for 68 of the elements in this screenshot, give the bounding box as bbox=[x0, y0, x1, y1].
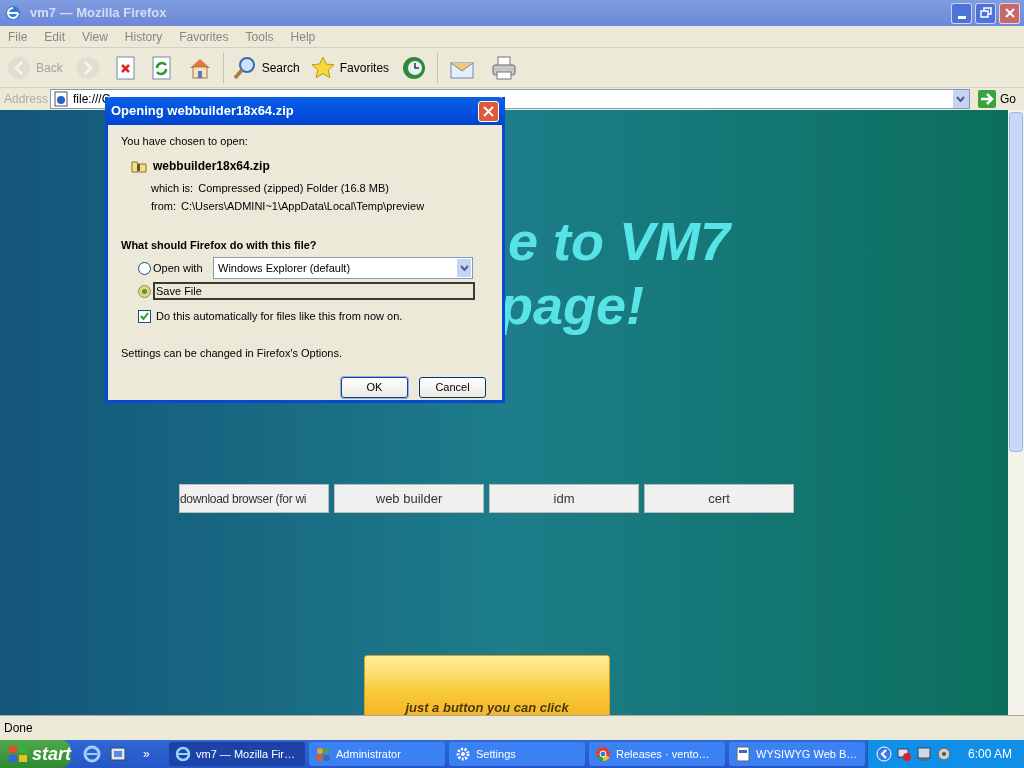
zip-folder-icon bbox=[131, 158, 147, 173]
browser-icon bbox=[175, 746, 191, 762]
note-text: Settings can be changed in Firefox's Options. bbox=[121, 345, 343, 361]
option-label[interactable]: Save File bbox=[153, 282, 475, 300]
document-icon bbox=[735, 746, 751, 762]
taskbar-button[interactable]: WYSIWYG Web B… bbox=[729, 742, 865, 766]
close-icon bbox=[483, 105, 494, 117]
restore-button[interactable] bbox=[975, 2, 996, 24]
star-icon bbox=[309, 54, 336, 81]
clock-text: 6:00 AM bbox=[968, 746, 1013, 763]
users-icon bbox=[315, 746, 331, 762]
network-icon[interactable] bbox=[896, 746, 912, 762]
dialog-button[interactable]: Cancel bbox=[419, 377, 486, 398]
window-title: vm7 — Mozilla Firefox bbox=[30, 4, 168, 23]
go-button[interactable]: Go bbox=[974, 90, 1020, 108]
disc-icon[interactable] bbox=[936, 746, 952, 762]
chevron-left-icon[interactable] bbox=[876, 746, 892, 762]
checkbox-label[interactable]: Do this automatically for files like this from now on. bbox=[156, 308, 403, 325]
refresh-icon[interactable] bbox=[150, 55, 173, 80]
address-label: Address bbox=[4, 91, 46, 108]
windows-flag-icon bbox=[8, 745, 28, 763]
monitor-icon[interactable] bbox=[916, 746, 932, 762]
browser-icon bbox=[4, 4, 22, 22]
browser-icon[interactable] bbox=[83, 745, 101, 763]
search-icon bbox=[231, 54, 258, 81]
minimize-icon bbox=[957, 15, 966, 19]
page-icon bbox=[53, 91, 69, 107]
minimize-button[interactable] bbox=[951, 2, 972, 24]
close-button[interactable] bbox=[999, 2, 1020, 24]
taskbar-button[interactable]: vm7 — Mozilla Fir… bbox=[169, 742, 305, 766]
action-button[interactable]: just a button you can click bbox=[364, 655, 610, 715]
gear-icon bbox=[455, 746, 471, 762]
desktop-icon[interactable] bbox=[109, 745, 127, 763]
radio-button[interactable] bbox=[138, 284, 151, 298]
intro-text: You have chosen to open: bbox=[121, 134, 249, 149]
file-name: webbuilder18x64.zip bbox=[153, 157, 270, 175]
dialog-button[interactable]: OK bbox=[341, 377, 408, 398]
taskbar-button[interactable]: Administrator bbox=[309, 742, 445, 766]
taskbar-button[interactable]: Settings bbox=[449, 742, 585, 766]
favorites-button[interactable]: Favorites bbox=[307, 51, 392, 84]
field-label: which is: bbox=[151, 180, 194, 196]
clock-icon[interactable] bbox=[401, 54, 428, 81]
link-button[interactable]: download browser (for wi bbox=[179, 484, 329, 513]
heading-text: e to VM7 bbox=[508, 214, 731, 268]
question-text: What should Firefox do with this file? bbox=[121, 237, 318, 253]
dropdown-icon[interactable] bbox=[956, 96, 966, 102]
radio-button[interactable] bbox=[138, 261, 151, 275]
scrollbar[interactable] bbox=[1008, 110, 1024, 715]
round-logo-icon bbox=[595, 746, 611, 762]
link-button[interactable]: web builder bbox=[334, 484, 484, 513]
restore-icon bbox=[979, 7, 992, 19]
printer-icon[interactable] bbox=[490, 54, 519, 81]
app-dropdown[interactable]: Windows Explorer (default) bbox=[213, 257, 473, 279]
link-button[interactable]: idm bbox=[489, 484, 639, 513]
taskbar-button[interactable]: Releases · vento… bbox=[589, 742, 725, 766]
dropdown-icon bbox=[459, 265, 469, 271]
checkbox[interactable] bbox=[138, 309, 151, 323]
link-button[interactable]: cert bbox=[644, 484, 794, 513]
close-button[interactable] bbox=[478, 100, 499, 122]
option-label[interactable]: Open with bbox=[153, 259, 211, 277]
field-label: from: bbox=[151, 199, 177, 214]
search-button[interactable]: Search bbox=[229, 51, 302, 84]
field-value: C:\Users\ADMINI~1\AppData\Local\Temp\preview bbox=[181, 199, 425, 214]
more-button[interactable]: » bbox=[143, 745, 150, 763]
stop-icon[interactable] bbox=[114, 55, 137, 80]
field-value: Compressed (zipped) Folder (16.8 MB) bbox=[198, 180, 389, 196]
status-text: Done bbox=[4, 720, 33, 737]
close-icon bbox=[1003, 7, 1016, 19]
